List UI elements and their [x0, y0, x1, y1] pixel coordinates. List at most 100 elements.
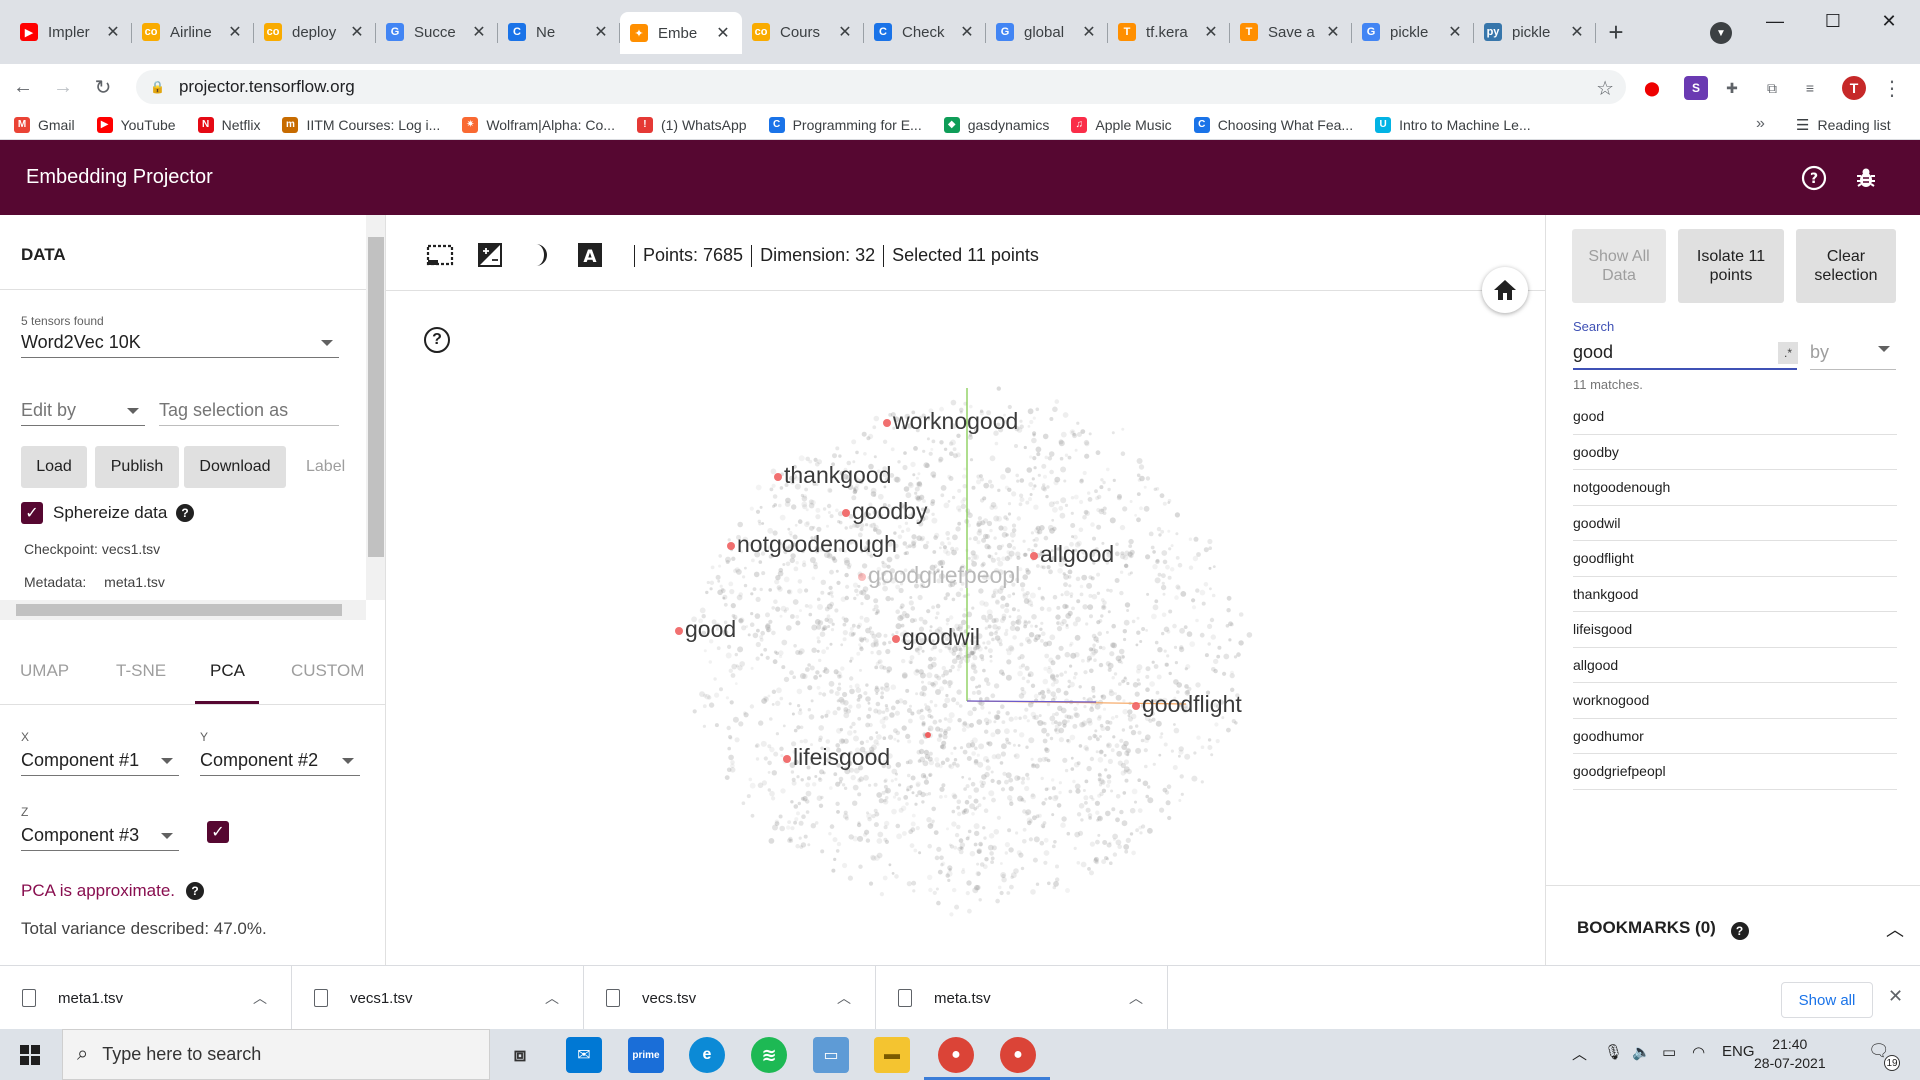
- minimize-icon[interactable]: —: [1752, 6, 1798, 36]
- download-button[interactable]: Download: [184, 446, 286, 488]
- selected-point[interactable]: [883, 419, 891, 427]
- tab-custom[interactable]: CUSTOM: [291, 661, 364, 681]
- close-tab-icon[interactable]: ✕: [714, 23, 732, 43]
- horizontal-scrollbar[interactable]: [0, 600, 366, 620]
- close-tab-icon[interactable]: ✕: [1446, 22, 1464, 42]
- browser-tab[interactable]: co Cours ✕: [742, 12, 864, 52]
- bookmark-item[interactable]: C Programming for E...: [768, 116, 922, 133]
- scrollbar-thumb[interactable]: [368, 237, 384, 557]
- back-icon[interactable]: ←: [8, 72, 38, 102]
- reload-icon[interactable]: ↻: [88, 72, 118, 102]
- search-result-item[interactable]: notgoodenough: [1573, 470, 1897, 506]
- search-result-item[interactable]: goodby: [1573, 435, 1897, 470]
- task-view-icon[interactable]: ⧈: [502, 1037, 538, 1073]
- language-indicator[interactable]: ENG: [1722, 1043, 1755, 1060]
- bookmark-star-icon[interactable]: ☆: [1596, 76, 1614, 101]
- chevron-up-icon[interactable]: ︿: [1886, 916, 1904, 942]
- maximize-icon[interactable]: ☐: [1810, 6, 1856, 36]
- bookmarks-help-icon[interactable]: ?: [1730, 922, 1749, 940]
- selected-point[interactable]: [842, 509, 850, 517]
- selected-point[interactable]: [774, 473, 782, 481]
- chevron-up-icon[interactable]: ︿: [253, 988, 267, 1008]
- search-result-item[interactable]: goodwil: [1573, 506, 1897, 541]
- search-result-item[interactable]: goodflight: [1573, 541, 1897, 577]
- chevron-up-icon[interactable]: ︿: [1129, 988, 1143, 1008]
- show-hidden-icons-icon[interactable]: ︿: [1572, 1043, 1587, 1064]
- selected-point[interactable]: [783, 755, 791, 763]
- file-explorer-icon[interactable]: ▬: [874, 1037, 910, 1073]
- bookmark-item[interactable]: M Gmail: [14, 116, 75, 133]
- y-component-select[interactable]: Component #2: [200, 750, 360, 776]
- selected-point[interactable]: [892, 635, 900, 643]
- browser-tab[interactable]: G Succe ✕: [376, 12, 498, 52]
- new-tab-icon[interactable]: +: [1596, 12, 1636, 52]
- bookmark-item[interactable]: C Choosing What Fea...: [1193, 116, 1353, 133]
- close-tab-icon[interactable]: ✕: [836, 22, 854, 42]
- search-result-item[interactable]: worknogood: [1573, 683, 1897, 719]
- search-by-select[interactable]: by: [1810, 338, 1896, 370]
- browser-tab[interactable]: ✦ Embe ✕: [620, 12, 742, 54]
- close-tab-icon[interactable]: ✕: [104, 22, 122, 42]
- clock[interactable]: 21:40 28-07-2021: [1754, 1035, 1826, 1073]
- volume-icon[interactable]: 🔈: [1632, 1043, 1651, 1061]
- browser-tab[interactable]: py pickle ✕: [1474, 12, 1596, 52]
- browser-tab[interactable]: C Ne ✕: [498, 12, 620, 52]
- cast-icon[interactable]: ⧉: [1760, 76, 1784, 100]
- search-result-item[interactable]: lifeisgood: [1573, 612, 1897, 648]
- x-component-select[interactable]: Component #1: [21, 750, 179, 776]
- selected-point[interactable]: [1132, 702, 1140, 710]
- edit-by-select[interactable]: Edit by: [21, 400, 145, 426]
- help-icon[interactable]: ?: [1800, 164, 1828, 192]
- media-control-icon[interactable]: ≡: [1798, 76, 1822, 100]
- search-result-item[interactable]: good: [1573, 399, 1897, 435]
- chevron-up-icon[interactable]: ︿: [837, 988, 851, 1008]
- close-tab-icon[interactable]: ✕: [958, 22, 976, 42]
- vertical-scrollbar[interactable]: [366, 215, 385, 600]
- extensions-puzzle-icon[interactable]: ✚: [1720, 76, 1744, 100]
- download-item[interactable]: meta1.tsv ︿: [0, 966, 292, 1030]
- browser-tab[interactable]: C Check ✕: [864, 12, 986, 52]
- remote-desktop-icon[interactable]: ▭: [813, 1037, 849, 1073]
- dark-mode-moon-icon[interactable]: [526, 242, 554, 268]
- windows-start-icon[interactable]: [20, 1045, 40, 1065]
- search-input[interactable]: good: [1573, 338, 1797, 370]
- scholar-extension-icon[interactable]: S: [1684, 76, 1708, 100]
- scrollbar-thumb[interactable]: [16, 604, 342, 616]
- microphone-icon[interactable]: 🎙: [1604, 1043, 1623, 1061]
- bug-report-icon[interactable]: [1852, 164, 1880, 192]
- prime-video-icon[interactable]: prime: [628, 1037, 664, 1073]
- browser-tab[interactable]: T Save a ✕: [1230, 12, 1352, 52]
- load-button[interactable]: Load: [21, 446, 87, 488]
- label-button[interactable]: Label: [306, 458, 345, 476]
- select-box-icon[interactable]: [426, 242, 454, 268]
- close-tab-icon[interactable]: ✕: [592, 22, 610, 42]
- close-tab-icon[interactable]: ✕: [1080, 22, 1098, 42]
- tensor-select[interactable]: Word2Vec 10K: [21, 332, 339, 358]
- tab-search-icon[interactable]: ▼: [1710, 22, 1732, 44]
- chrome-window-icon[interactable]: ●: [924, 1037, 988, 1080]
- spotify-icon[interactable]: ≋: [751, 1037, 787, 1073]
- battery-icon[interactable]: ▭: [1662, 1043, 1676, 1061]
- pca-help-icon[interactable]: ?: [186, 882, 204, 900]
- download-item[interactable]: vecs.tsv ︿: [584, 966, 876, 1030]
- forward-icon[interactable]: →: [48, 72, 78, 102]
- tab-pca[interactable]: PCA: [210, 661, 245, 681]
- download-item[interactable]: vecs1.tsv ︿: [292, 966, 584, 1030]
- tab-tsne[interactable]: T-SNE: [116, 661, 166, 681]
- bookmark-item[interactable]: U Intro to Machine Le...: [1375, 116, 1531, 133]
- download-item[interactable]: meta.tsv ︿: [876, 966, 1168, 1030]
- selected-point[interactable]: [675, 627, 683, 635]
- browser-menu-icon[interactable]: ⋮: [1880, 76, 1904, 100]
- selected-point[interactable]: [1030, 552, 1038, 560]
- sphereize-help-icon[interactable]: ?: [176, 504, 194, 522]
- browser-tab[interactable]: Ttf.kera ✕: [1108, 12, 1230, 52]
- browser-tab[interactable]: ▶ Impler ✕: [10, 12, 132, 52]
- bookmark-item[interactable]: ◆ gasdynamics: [943, 116, 1049, 133]
- edge-browser-icon[interactable]: e: [689, 1037, 725, 1073]
- labels-toggle-icon[interactable]: A: [576, 242, 604, 268]
- night-mode-contrast-icon[interactable]: [476, 242, 504, 268]
- bookmark-item[interactable]: ! (1) WhatsApp: [636, 116, 747, 133]
- bookmark-item[interactable]: ▶ YouTube: [96, 116, 176, 133]
- close-window-icon[interactable]: ✕: [1866, 6, 1912, 36]
- tag-selection-input[interactable]: Tag selection as: [159, 400, 339, 426]
